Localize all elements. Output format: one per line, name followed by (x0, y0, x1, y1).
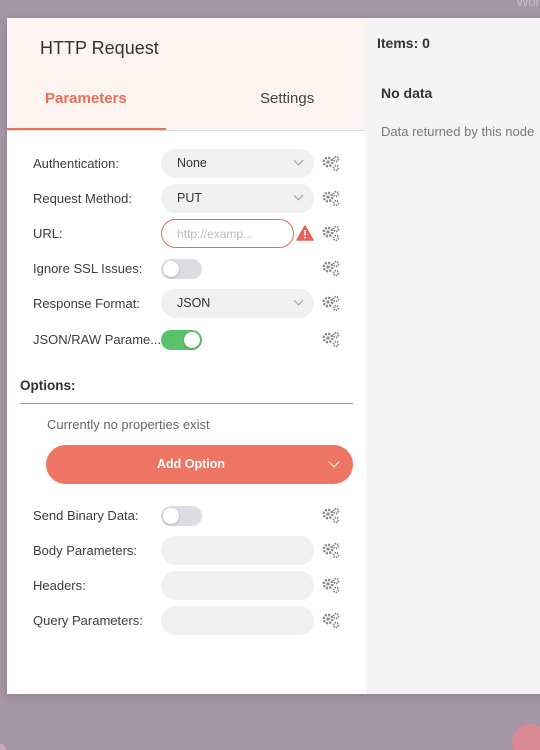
add-option-label: Add Option (156, 457, 226, 471)
param-row-body-parameters: Body Parameters: (7, 536, 366, 566)
no-data-description: Data returned by this node (381, 124, 535, 139)
gear-icon[interactable] (321, 190, 341, 208)
param-row-headers: Headers: (7, 571, 366, 601)
canvas-decoration (0, 744, 6, 750)
parameters-panel: HTTP Request Parameters Settings Authent… (7, 18, 366, 694)
gear-icon[interactable] (321, 577, 341, 595)
send-binary-toggle[interactable] (161, 506, 202, 526)
options-empty-text: Currently no properties exist (47, 417, 210, 432)
gear-icon[interactable] (321, 331, 341, 349)
param-row-request-method: Request Method: PUT (7, 184, 366, 214)
send-binary-label: Send Binary Data: (33, 508, 139, 523)
url-input[interactable]: http://examp... (161, 219, 294, 248)
options-heading: Options: (20, 378, 76, 393)
gear-icon[interactable] (321, 295, 341, 313)
headers-label: Headers: (33, 578, 86, 593)
node-title[interactable]: HTTP Request (40, 38, 159, 59)
chevron-down-icon (293, 155, 304, 166)
node-details-dialog: HTTP Request Parameters Settings Authent… (7, 18, 540, 694)
url-label: URL: (33, 226, 63, 241)
gear-icon[interactable] (321, 507, 341, 525)
param-row-response-format: Response Format: JSON (7, 289, 366, 319)
add-option-button[interactable]: Add Option (46, 445, 353, 484)
gear-icon[interactable] (321, 612, 341, 630)
options-divider (20, 403, 353, 404)
gear-icon[interactable] (321, 225, 341, 243)
query-parameters-label: Query Parameters: (33, 613, 143, 628)
header-divider (7, 130, 366, 131)
ignore-ssl-label: Ignore SSL Issues: (33, 261, 143, 276)
param-row-authentication: Authentication: None (7, 149, 366, 179)
tab-parameters[interactable]: Parameters (45, 90, 127, 107)
param-row-send-binary: Send Binary Data: (7, 501, 366, 531)
warning-icon (296, 225, 314, 241)
toggle-knob (163, 508, 179, 524)
chevron-down-icon (293, 295, 304, 306)
response-format-select[interactable]: JSON (161, 289, 314, 318)
response-format-value: JSON (177, 296, 211, 310)
request-method-value: PUT (177, 191, 202, 205)
query-parameters-input[interactable] (161, 606, 314, 635)
background-canvas-label: Wor (516, 0, 540, 9)
body-parameters-label: Body Parameters: (33, 543, 138, 558)
json-raw-toggle[interactable] (161, 330, 202, 350)
headers-input[interactable] (161, 571, 314, 600)
param-row-url: URL: http://examp... (7, 219, 366, 249)
authentication-value: None (177, 156, 207, 170)
authentication-label: Authentication: (33, 156, 120, 171)
canvas-node-icon (512, 724, 540, 750)
gear-icon[interactable] (321, 542, 341, 560)
gear-icon[interactable] (321, 155, 341, 173)
param-row-ignore-ssl: Ignore SSL Issues: (7, 254, 366, 284)
gear-icon[interactable] (321, 260, 341, 278)
output-panel: Items: 0 No data Data returned by this n… (366, 18, 540, 694)
authentication-select[interactable]: None (161, 149, 314, 178)
tab-settings[interactable]: Settings (260, 90, 314, 107)
chevron-down-icon (293, 190, 304, 201)
items-count: Items: 0 (377, 35, 430, 51)
json-raw-label: JSON/RAW Parame... (33, 332, 162, 347)
request-method-select[interactable]: PUT (161, 184, 314, 213)
request-method-label: Request Method: (33, 191, 133, 206)
body-parameters-input[interactable] (161, 536, 314, 565)
no-data-title: No data (381, 85, 433, 101)
param-row-query-parameters: Query Parameters: (7, 606, 366, 636)
toggle-knob (184, 332, 200, 348)
panel-header: HTTP Request Parameters Settings (7, 18, 366, 130)
response-format-label: Response Format: (33, 296, 140, 311)
ignore-ssl-toggle[interactable] (161, 259, 202, 279)
param-row-json-raw: JSON/RAW Parame... (7, 325, 366, 355)
toggle-knob (163, 261, 179, 277)
